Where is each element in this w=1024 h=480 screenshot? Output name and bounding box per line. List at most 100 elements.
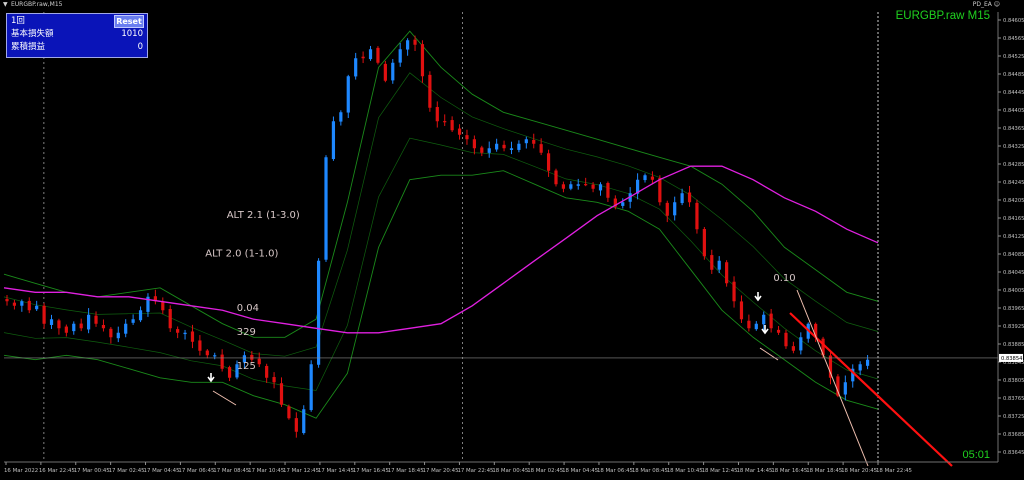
panel-base-loss-row: 基本損失額 1010 bbox=[11, 28, 143, 41]
price-tick-label: 0.84485 bbox=[1003, 72, 1024, 78]
bull-candle bbox=[316, 260, 321, 365]
bear-candle bbox=[791, 346, 795, 351]
bear-candle bbox=[784, 332, 788, 347]
bear-candle bbox=[376, 47, 380, 63]
bull-candle bbox=[843, 382, 847, 395]
red-trend-line bbox=[789, 312, 953, 467]
bear-candle bbox=[227, 367, 232, 378]
inner-lower-band-line bbox=[3, 137, 879, 391]
annotation-label: 0.04 bbox=[237, 303, 259, 314]
price-tick-label: 0.83805 bbox=[1003, 378, 1024, 384]
reset-button[interactable]: Reset bbox=[114, 15, 144, 28]
bear-candle bbox=[79, 323, 83, 329]
price-tick-label: 0.84005 bbox=[1003, 288, 1024, 294]
time-tick-label: 18 Mar 10:45 bbox=[667, 468, 703, 474]
price-tick-label: 0.84085 bbox=[1003, 252, 1024, 258]
bull-candle bbox=[495, 143, 499, 150]
bull-candle bbox=[524, 139, 528, 144]
price-tick-label: 0.84125 bbox=[1003, 234, 1024, 240]
bull-candle bbox=[339, 112, 343, 122]
bull-candle bbox=[368, 49, 373, 60]
base-loss-value: 1010 bbox=[121, 29, 143, 39]
bear-candle bbox=[383, 63, 387, 81]
price-tick-label: 0.83725 bbox=[1003, 414, 1024, 420]
bear-candle bbox=[687, 192, 692, 203]
bear-candle bbox=[480, 147, 484, 153]
bull-candle bbox=[643, 175, 647, 181]
time-tick-label: 18 Mar 04:45 bbox=[562, 468, 598, 474]
bear-candle bbox=[64, 326, 68, 333]
bull-candle bbox=[576, 184, 580, 186]
bear-candle bbox=[828, 355, 833, 378]
annotation-label: 125 bbox=[237, 361, 256, 372]
annotation-label: ALT 2.1 (1-3.0) bbox=[227, 210, 300, 221]
inner-upper-band-line bbox=[3, 72, 879, 357]
time-tick-label: 18 Mar 20:45 bbox=[841, 468, 877, 474]
price-tick-label: 0.84285 bbox=[1003, 162, 1024, 168]
bull-candle bbox=[72, 323, 76, 332]
sell-arrow-icon bbox=[207, 373, 215, 383]
bear-candle bbox=[287, 406, 291, 419]
bear-candle bbox=[361, 56, 365, 59]
bull-candle bbox=[858, 364, 862, 371]
bear-candle bbox=[554, 170, 558, 185]
price-tick-label: 0.84165 bbox=[1003, 216, 1024, 222]
bear-candle bbox=[658, 178, 662, 203]
count-label: 1回 bbox=[11, 16, 25, 26]
price-tick-label: 0.84365 bbox=[1003, 126, 1024, 132]
bear-candle bbox=[94, 315, 98, 324]
bear-candle bbox=[665, 202, 669, 216]
price-tick-label: 0.83965 bbox=[1003, 306, 1024, 312]
bear-candle bbox=[710, 255, 714, 270]
price-tick-label: 0.84205 bbox=[1003, 198, 1024, 204]
bear-candle bbox=[539, 144, 543, 153]
chart-window[interactable]: ▼ EURGBP.raw,M15 PD_EA ☺ ALT 2.0 (1-1.0)… bbox=[0, 0, 1024, 480]
bull-candle bbox=[346, 76, 350, 113]
time-tick-label: 17 Mar 10:45 bbox=[248, 468, 284, 474]
annotation-label: ALT 2.0 (1-1.0) bbox=[205, 248, 278, 259]
time-tick-label: 18 Mar 18:45 bbox=[806, 468, 842, 474]
bull-candle bbox=[680, 193, 684, 204]
bull-candle bbox=[717, 260, 721, 270]
price-tick-label: 0.84325 bbox=[1003, 144, 1024, 150]
price-tick-label: 0.84525 bbox=[1003, 54, 1024, 60]
time-tick-label: 18 Mar 08:45 bbox=[632, 468, 668, 474]
time-tick-label: 17 Mar 20:45 bbox=[423, 468, 459, 474]
bear-candle bbox=[42, 305, 46, 324]
bear-candle bbox=[265, 365, 269, 378]
bear-candle bbox=[472, 139, 476, 149]
current-price-label: 0.83854 bbox=[1001, 356, 1023, 362]
bear-candle bbox=[606, 182, 610, 198]
bear-candle bbox=[584, 184, 588, 186]
bear-candle bbox=[161, 301, 165, 311]
bollinger-bands bbox=[3, 30, 879, 419]
bear-candle bbox=[450, 120, 454, 131]
bull-candle bbox=[865, 359, 870, 366]
bear-candle bbox=[272, 377, 276, 383]
moving-average bbox=[3, 165, 879, 334]
time-tick-label: 17 Mar 18:45 bbox=[388, 468, 424, 474]
bear-candle bbox=[546, 153, 551, 171]
bull-candle bbox=[124, 323, 128, 334]
bull-candle bbox=[598, 184, 603, 191]
bear-candle bbox=[435, 107, 439, 122]
annotation-label: 329 bbox=[237, 327, 256, 338]
bull-candle bbox=[517, 143, 521, 150]
time-axis: 16 Mar 2022 16 Mar 22:4517 Mar 00:4517 Ma… bbox=[4, 461, 998, 474]
bear-candle bbox=[739, 301, 744, 320]
price-tick-label: 0.83765 bbox=[1003, 396, 1024, 402]
sell-arrow-icon bbox=[754, 292, 762, 302]
bear-candle bbox=[27, 300, 31, 311]
bull-candle bbox=[87, 314, 91, 330]
bull-candle bbox=[406, 40, 410, 50]
trade-markers bbox=[207, 292, 769, 383]
bull-candle bbox=[183, 332, 187, 335]
bear-candle bbox=[650, 176, 655, 180]
bear-candle bbox=[413, 39, 417, 45]
bull-candle bbox=[213, 355, 217, 357]
price-chart[interactable]: ALT 2.0 (1-1.0) ALT 2.1 (1-3.0) 0.04 125 0.1… bbox=[0, 0, 1024, 480]
time-tick-label: 17 Mar 06:45 bbox=[178, 468, 214, 474]
bull-candle bbox=[569, 184, 573, 189]
bull-candle bbox=[138, 310, 143, 321]
bull-candle bbox=[131, 319, 135, 323]
